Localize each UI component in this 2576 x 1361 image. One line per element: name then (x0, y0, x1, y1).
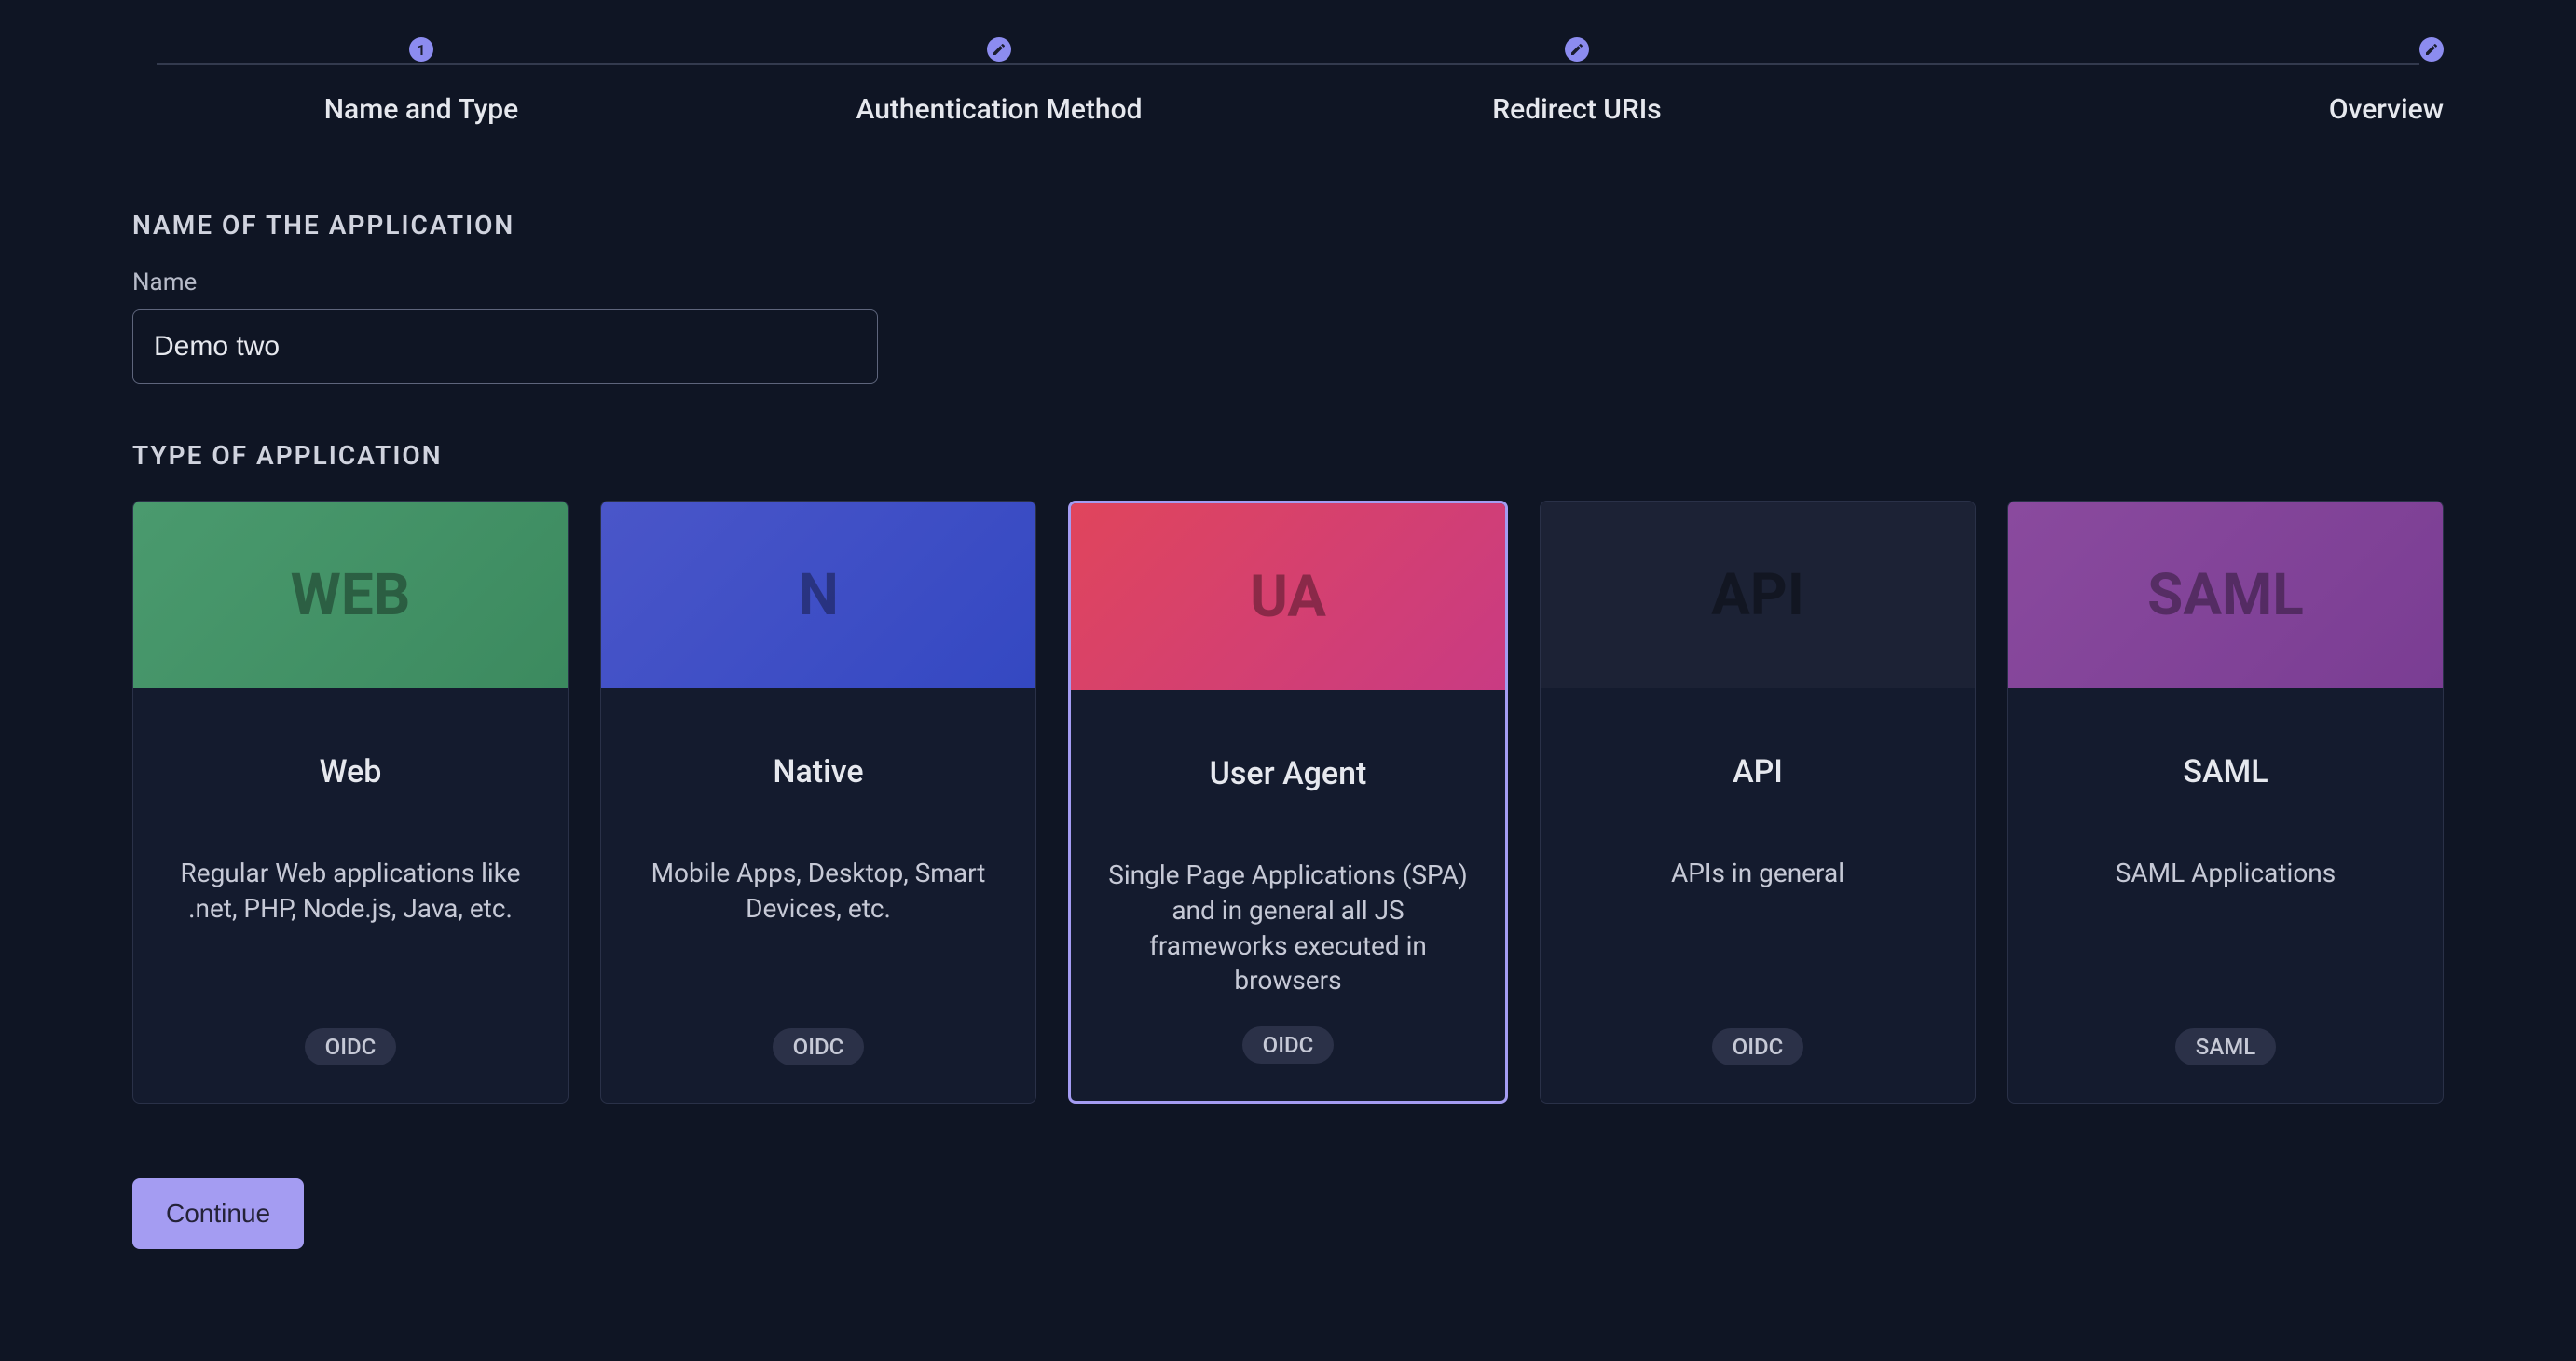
step-indicator-1: 1 (409, 37, 433, 62)
card-title: Native (773, 753, 863, 790)
step-label: Authentication Method (856, 93, 1142, 126)
card-description: SAML Applications (2116, 856, 2336, 1000)
card-header: SAML (2008, 502, 2443, 688)
card-description: Mobile Apps, Desktop, Smart Devices, etc… (633, 856, 1004, 1000)
card-badge: OIDC (305, 1028, 397, 1065)
application-type-cards: WEB Web Regular Web applications like .n… (132, 501, 2444, 1104)
type-section-heading: TYPE OF APPLICATION (132, 440, 2444, 471)
card-badge: OIDC (1712, 1028, 1804, 1065)
continue-button[interactable]: Continue (132, 1178, 304, 1249)
step-redirect-uris[interactable]: Redirect URIs (1288, 37, 1866, 126)
app-type-card-web[interactable]: WEB Web Regular Web applications like .n… (132, 501, 569, 1104)
card-badge: SAML (2175, 1028, 2276, 1065)
card-description: Regular Web applications like .net, PHP,… (165, 856, 536, 1000)
card-description: APIs in general (1671, 856, 1844, 1000)
card-badge: OIDC (773, 1028, 865, 1065)
name-section-heading: NAME OF THE APPLICATION (132, 210, 2444, 241)
step-number: 1 (417, 41, 425, 59)
step-label: Redirect URIs (1492, 93, 1661, 126)
card-title: SAML (2183, 753, 2268, 790)
step-indicator-3 (1565, 37, 1589, 62)
step-label: Name and Type (324, 93, 518, 126)
app-type-card-saml[interactable]: SAML SAML SAML Applications SAML (2007, 501, 2444, 1104)
stepper: 1 Name and Type Authentication Method Re… (132, 37, 2444, 126)
pencil-icon (2424, 42, 2439, 57)
pencil-icon (1569, 42, 1584, 57)
card-header: WEB (133, 502, 568, 688)
card-title: Web (320, 753, 382, 790)
card-title: API (1733, 753, 1783, 790)
card-header: UA (1071, 503, 1505, 690)
app-type-card-native[interactable]: N Native Mobile Apps, Desktop, Smart Dev… (600, 501, 1036, 1104)
step-authentication-method[interactable]: Authentication Method (710, 37, 1288, 126)
pencil-icon (992, 42, 1007, 57)
name-field-label: Name (132, 268, 2444, 296)
step-indicator-4 (2419, 37, 2444, 62)
step-name-and-type[interactable]: 1 Name and Type (132, 37, 710, 126)
card-badge: OIDC (1242, 1026, 1335, 1064)
card-description: Single Page Applications (SPA) and in ge… (1103, 858, 1473, 998)
card-title: User Agent (1210, 755, 1367, 792)
application-name-input[interactable] (132, 309, 878, 384)
step-indicator-2 (987, 37, 1011, 62)
card-header: API (1541, 502, 1975, 688)
app-type-card-user-agent[interactable]: UA User Agent Single Page Applications (… (1068, 501, 1508, 1104)
card-header: N (601, 502, 1035, 688)
step-label: Overview (2329, 93, 2444, 126)
app-type-card-api[interactable]: API API APIs in general OIDC (1540, 501, 1976, 1104)
step-overview[interactable]: Overview (1866, 37, 2444, 126)
